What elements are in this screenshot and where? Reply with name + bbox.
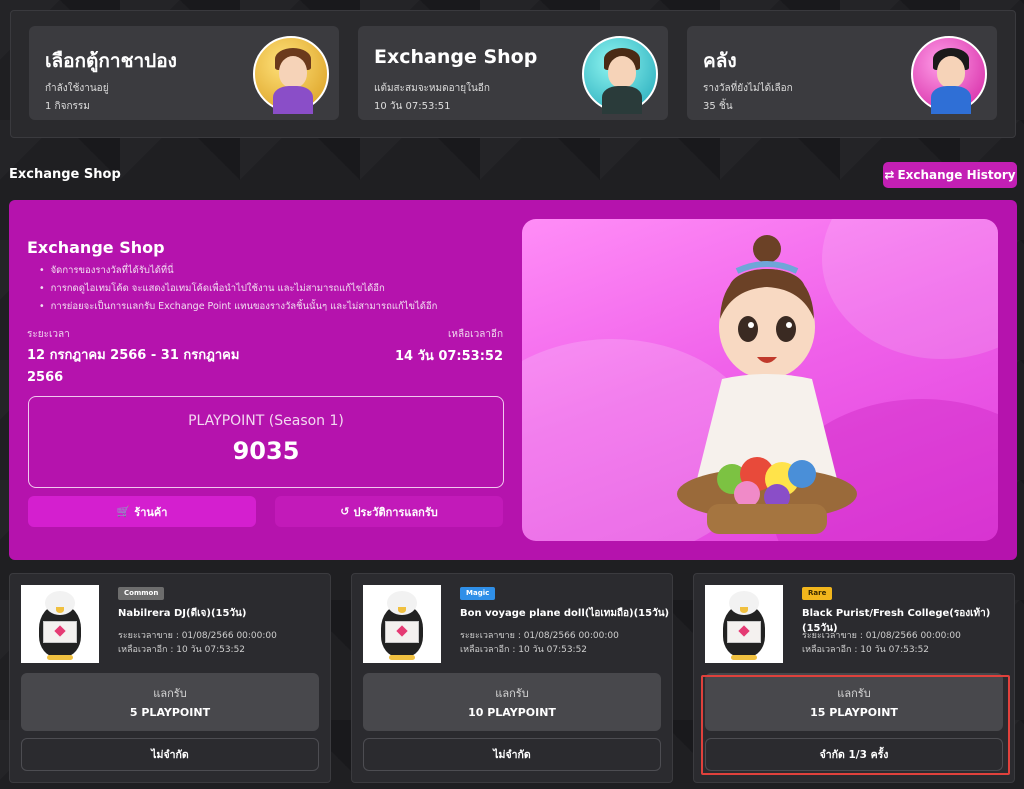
- inventory-card[interactable]: คลัง รางวัลที่ยังไม่ได้เลือก 35 ชิ้น: [687, 26, 997, 120]
- limit-label: จำกัด 1/3 ครั้ง: [705, 738, 1003, 771]
- exchange-label: แลกรับ: [153, 687, 187, 700]
- playpoint-value: 9035: [232, 437, 300, 465]
- item-meta: ระยะเวลาขาย : 01/08/2566 00:00:00 เหลือเ…: [460, 629, 619, 657]
- gacha-card-count: 1 กิจกรรม: [45, 101, 90, 112]
- remain-label: เหลือเวลาอีก: [448, 329, 503, 340]
- exchange-log-label: ประวัติการแลกรับ: [353, 505, 438, 519]
- exchange-price: 5 PLAYPOINT: [129, 706, 211, 719]
- section-title: Exchange Shop: [9, 167, 121, 182]
- cart-icon: 🛒: [116, 505, 131, 518]
- item-meta: ระยะเวลาขาย : 01/08/2566 00:00:00 เหลือเ…: [802, 629, 961, 657]
- rarity-badge: Rare: [802, 587, 833, 600]
- exchange-card-expire-label: แต้มสะสมจะหมดอายุในอีก: [374, 83, 490, 94]
- inventory-card-count: 35 ชิ้น: [703, 101, 733, 112]
- bullet-item: การกดดูไอเทมโค้ด จะแสดงไอเทมโค้ดเพื่อนำไ…: [39, 281, 437, 296]
- time-left: เหลือเวลาอีก : 10 วัน 07:53:52: [118, 645, 246, 655]
- exchange-history-button[interactable]: ⇄ Exchange History: [883, 162, 1017, 188]
- bullet-item: การย่อยจะเป็นการแลกรับ Exchange Point แท…: [39, 299, 438, 314]
- limit-label: ไม่จำกัด: [363, 738, 661, 771]
- swap-icon: ⇄: [884, 168, 895, 182]
- exchange-card-title: Exchange Shop: [374, 46, 538, 68]
- exchange-button[interactable]: แลกรับ 15 PLAYPOINT: [705, 673, 1003, 731]
- avatar-boy-teal-icon: [582, 36, 658, 114]
- inventory-card-title: คลัง: [703, 50, 737, 72]
- exchange-banner: Exchange Shop จัดการของรางวัลที่ได้รับได…: [9, 200, 1017, 560]
- sale-period: ระยะเวลาขาย : 01/08/2566 00:00:00: [802, 631, 961, 641]
- girl-character-image: [677, 235, 857, 534]
- remain-value: 14 วัน 07:53:52: [395, 349, 503, 364]
- playpoint-label: PLAYPOINT (Season 1): [188, 413, 344, 429]
- item-card: Rare Black Purist/Fresh College(รองเท้า)…: [693, 573, 1015, 783]
- item-name: Bon voyage plane doll(ไอเทมถือ)(15วัน): [460, 608, 670, 619]
- limit-label: ไม่จำกัด: [21, 738, 319, 771]
- exchange-card-countdown: 10 วัน 07:53:51: [374, 101, 451, 112]
- exchange-button[interactable]: แลกรับ 10 PLAYPOINT: [363, 673, 661, 731]
- gacha-card[interactable]: เลือกตู้กาชาปอง กำลังใช้งานอยู่ 1 กิจกรร…: [29, 26, 339, 120]
- time-left: เหลือเวลาอีก : 10 วัน 07:53:52: [802, 645, 930, 655]
- period-label: ระยะเวลา: [27, 329, 70, 340]
- inventory-card-label: รางวัลที่ยังไม่ได้เลือก: [703, 83, 793, 94]
- sale-period: ระยะเวลาขาย : 01/08/2566 00:00:00: [460, 631, 619, 641]
- item-thumbnail-eagle-icon: [21, 585, 99, 663]
- promo-illustration: [522, 219, 998, 541]
- time-left: เหลือเวลาอีก : 10 วัน 07:53:52: [460, 645, 588, 655]
- playpoint-box: PLAYPOINT (Season 1) 9035: [28, 396, 504, 488]
- item-card: Magic Bon voyage plane doll(ไอเทมถือ)(15…: [351, 573, 673, 783]
- sale-period: ระยะเวลาขาย : 01/08/2566 00:00:00: [118, 631, 277, 641]
- item-thumbnail-eagle-icon: [705, 585, 783, 663]
- banner-bullets: จัดการของรางวัลที่ได้รับได้ที่นี่ การกดด…: [39, 263, 438, 317]
- item-card: Common Nabilrera DJ(ดีเจ)(15วัน) ระยะเวล…: [9, 573, 331, 783]
- history-icon: ↺: [340, 505, 350, 518]
- gacha-card-title: เลือกตู้กาชาปอง: [45, 50, 177, 72]
- shop-button[interactable]: 🛒 ร้านค้า: [28, 496, 256, 527]
- exchange-log-button[interactable]: ↺ ประวัติการแลกรับ: [275, 496, 503, 527]
- banner-title: Exchange Shop: [27, 238, 165, 257]
- item-thumbnail-eagle-icon: [363, 585, 441, 663]
- exchange-price: 10 PLAYPOINT: [468, 706, 556, 719]
- exchange-history-label: Exchange History: [897, 168, 1016, 182]
- gacha-card-status: กำลังใช้งานอยู่: [45, 83, 109, 94]
- avatar-girl-pink-icon: [911, 36, 987, 114]
- exchange-label: แลกรับ: [495, 687, 529, 700]
- item-meta: ระยะเวลาขาย : 01/08/2566 00:00:00 เหลือเ…: [118, 629, 277, 657]
- shop-button-label: ร้านค้า: [134, 505, 168, 519]
- avatar-girl-orange-icon: [253, 36, 329, 114]
- period-value: 12 กรกฎาคม 2566 - 31 กรกฎาคม 2566: [27, 348, 240, 385]
- exchange-price: 15 PLAYPOINT: [810, 706, 898, 719]
- exchange-label: แลกรับ: [837, 687, 871, 700]
- item-name: Nabilrera DJ(ดีเจ)(15วัน): [118, 608, 247, 619]
- exchange-shop-card[interactable]: Exchange Shop แต้มสะสมจะหมดอายุในอีก 10 …: [358, 26, 668, 120]
- rarity-badge: Common: [118, 587, 165, 600]
- exchange-button[interactable]: แลกรับ 5 PLAYPOINT: [21, 673, 319, 731]
- top-card-strip: เลือกตู้กาชาปอง กำลังใช้งานอยู่ 1 กิจกรร…: [10, 10, 1016, 138]
- rarity-badge: Magic: [460, 587, 496, 600]
- bullet-item: จัดการของรางวัลที่ได้รับได้ที่นี่: [39, 263, 437, 278]
